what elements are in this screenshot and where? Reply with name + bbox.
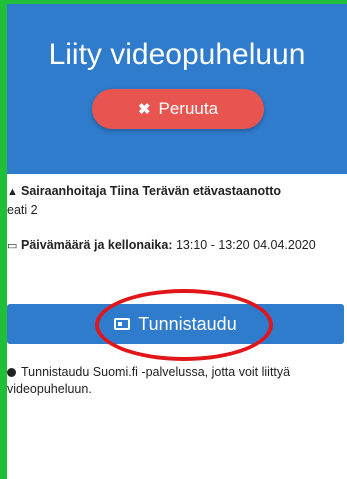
calendar-icon: ▭ <box>7 240 18 252</box>
info-icon <box>7 368 16 378</box>
location-row: eati 2 <box>7 203 347 217</box>
page-title: Liity videopuheluun <box>48 38 306 71</box>
cancel-button[interactable]: ✖ Peruuta <box>92 89 264 129</box>
green-border-left <box>0 0 7 479</box>
datetime-row: ▭ Päivämäärä ja kellonaika: 13:10 - 13:20… <box>7 238 347 252</box>
auth-note: Tunnistaudu Suomi.fi -palvelussa, jotta … <box>7 364 342 398</box>
annotation-circle <box>95 289 273 361</box>
datetime-label: Päivämäärä ja kellonaika: <box>21 238 173 252</box>
provider-row: ▲ Sairaanhoitaja Tiina Terävän etävastaan… <box>7 184 347 198</box>
location-text: eati 2 <box>7 203 38 217</box>
provider-name: Sairaanhoitaja Tiina Terävän etävastaano… <box>21 184 282 198</box>
bell-icon: ▲ <box>7 186 18 198</box>
cancel-button-label: Peruuta <box>158 99 219 118</box>
auth-note-text: Tunnistaudu Suomi.fi -palvelussa, jotta … <box>7 365 291 396</box>
datetime-value: 13:10 - 13:20 04.04.2020 <box>175 238 316 252</box>
header-panel: Liity videopuheluun ✖ Peruuta <box>7 4 347 174</box>
close-icon: ✖ <box>137 101 151 118</box>
